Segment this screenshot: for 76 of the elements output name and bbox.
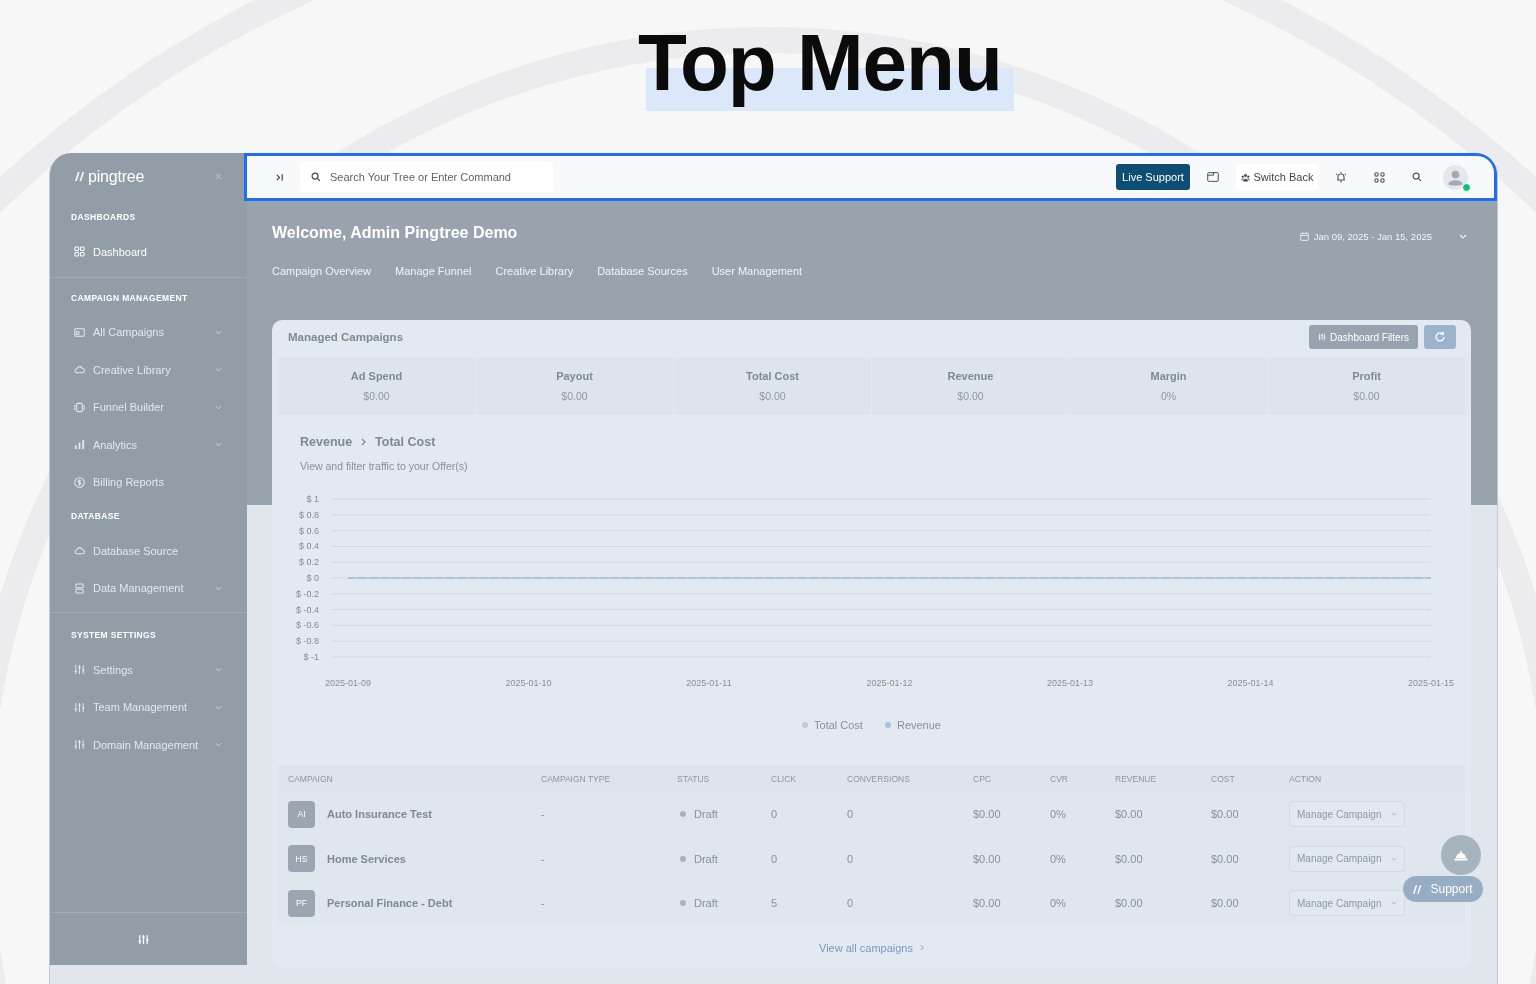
chart-subtitle: View and filter traffic to your Offer(s) [300,459,469,473]
stat-value: $0.00 [561,390,588,402]
logo-text: pingtree [88,167,145,186]
table-cell-text: - [541,808,546,821]
stat-label: Total Cost [746,370,799,382]
axis-label: $ 1 [306,494,319,504]
stat-value: $0.00 [957,390,984,402]
axis-label: 2025-01-15 [1408,678,1454,688]
axis-label: 2025-01-13 [1047,678,1093,688]
axis-label: 2025-01-14 [1227,678,1274,688]
column-header: CAMPAIGN TYPE [541,773,612,784]
stat-label: Margin [1150,370,1187,382]
table-cell-text: 0% [1050,852,1067,865]
axis-label: 2025-01-11 [686,678,732,688]
table-cell-text: - [541,897,546,910]
sidebar-section-heading: DATABASE [70,510,121,522]
card-title: Managed Campaigns [288,331,404,343]
initials-avatar: PF [288,889,315,917]
sidebar-section-heading: CAMPAIGN MANAGEMENT [70,291,189,304]
table-cell-text: 0% [1050,808,1067,821]
stat-value: $0.00 [363,390,390,402]
axis-label: 2025-01-10 [505,678,552,688]
status-label: Draft [694,808,718,821]
stat-label: Profit [1352,370,1381,382]
table-cell-text: $0.00 [1211,897,1240,910]
table-cell-text: 0 [847,852,855,865]
stat-value: $0.00 [1353,390,1380,402]
column-header: CAMPAIGN [288,773,334,784]
stat-value: 0% [1160,390,1177,402]
table-cell-text: 5 [771,897,779,910]
axis-label: 2025-01-09 [325,678,371,688]
table-cell-text: $0.00 [1211,808,1240,821]
table-cell-text: $0.00 [973,897,1002,910]
table-cell-text: $0.00 [973,808,1002,821]
column-header: CPC [973,773,992,784]
axis-label: $ 0.6 [298,525,319,536]
table-cell-text: $0.00 [1115,897,1144,910]
initials-avatar: AI [288,800,315,828]
column-header: CLICK [771,773,798,784]
sidebar-section-heading: DASHBOARDS [70,211,137,223]
table-cell-text: $0.00 [1115,808,1144,821]
axis-label: $ -0.8 [296,636,319,647]
axis-label: 2025-01-12 [866,678,913,688]
table-cell-text: $0.00 [1115,852,1144,865]
stat-value: $0.00 [759,390,786,402]
column-header: CVR [1050,773,1069,784]
axis-label: $ 0 [306,573,319,583]
axis-label: $ -0.2 [296,588,319,599]
axis-label: $ 0.8 [298,509,319,520]
axis-label: $ -1 [303,652,319,662]
initials-avatar: HS [288,845,315,873]
table-cell-text: 0% [1050,897,1067,910]
column-header: STATUS [677,773,711,784]
stat-label: Payout [556,370,593,382]
table-cell-text: 0 [771,808,779,821]
column-header: REVENUE [1115,773,1158,784]
table-cell-text: 0 [847,897,855,910]
status-label: Draft [694,852,718,865]
status-label: Draft [694,897,718,910]
column-header: CONVERSIONS [847,773,911,784]
sidebar-section-heading: SYSTEM SETTINGS [70,629,158,641]
breadcrumb-current: Total Cost [375,435,436,449]
column-header: COST [1211,773,1236,784]
welcome-heading: Welcome, Admin Pingtree Demo [272,224,518,242]
table-cell-text: $0.00 [1211,852,1240,865]
axis-label: $ 0.2 [298,557,319,568]
column-header: ACTION [1289,773,1323,784]
table-cell-text: $0.00 [973,852,1002,865]
axis-label: $ -0.6 [296,620,319,631]
axis-label: $ -0.4 [296,604,319,615]
axis-label: $ 0.4 [298,541,319,552]
table-cell-text: 0 [771,852,779,865]
stat-label: Revenue [947,370,994,382]
table-cell-text: - [541,852,546,865]
table-cell-text: 0 [847,808,855,821]
stat-label: Ad Spend [350,370,403,382]
